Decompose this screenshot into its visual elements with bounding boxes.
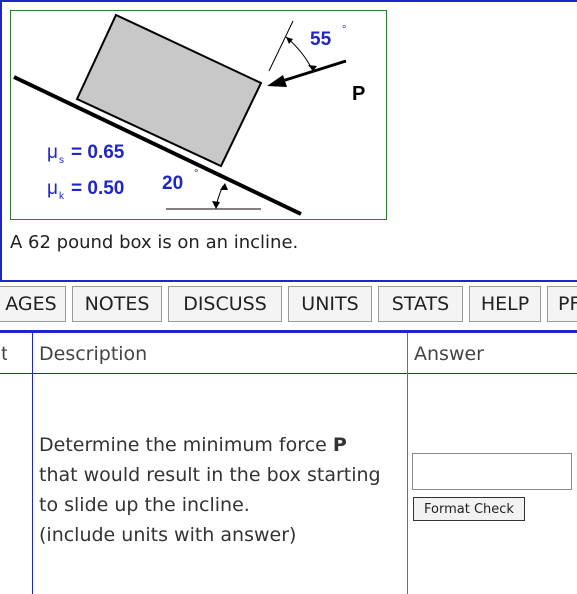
mu-k-value: = 0.50 (71, 178, 124, 199)
question-line-1-text: Determine the minimum force (39, 434, 333, 456)
question-line-2: that would result in the box starting (39, 464, 381, 486)
mu-s-symbol: μ (47, 142, 58, 163)
angle-20-degree: ° (194, 168, 198, 180)
answer-input[interactable] (412, 453, 572, 490)
tab-help[interactable]: HELP (469, 286, 541, 322)
incline-diagram: 55 ° P 20 ° μ s = 0.65 μ k = 0.50 (13, 13, 365, 216)
mu-k-subscript: k (59, 191, 65, 202)
tabs-bar: AGES NOTES DISCUSS UNITS STATS HELP PF (0, 286, 577, 326)
tab-pages[interactable]: AGES (0, 286, 66, 322)
tab-notes[interactable]: NOTES (72, 286, 162, 322)
table-top-rule (0, 330, 577, 333)
question-force-symbol: P (332, 434, 347, 456)
angle-arc-20-head (212, 201, 220, 209)
header-description: Description (39, 343, 148, 365)
header-part: t (1, 343, 7, 365)
table-header-underline (0, 373, 577, 374)
force-p-arrowhead (267, 75, 287, 87)
problem-frame: 55 ° P 20 ° μ s = 0.65 μ k = 0.50 A 62 p… (0, 0, 577, 282)
mu-s-subscript: s (59, 155, 64, 166)
mu-s-value: = 0.65 (71, 142, 125, 163)
force-reference-line (268, 20, 294, 72)
angle-20-label: 20 (162, 173, 183, 194)
question-line-4: (include units with answer) (39, 524, 297, 546)
question-line-3: to slide up the incline. (39, 494, 250, 516)
tab-units[interactable]: UNITS (288, 286, 372, 322)
angle-55-label: 55 (310, 29, 332, 50)
force-p-label: P (352, 83, 365, 105)
tab-discuss[interactable]: DISCUSS (168, 286, 282, 322)
tab-stats[interactable]: STATS (378, 286, 463, 322)
format-check-button[interactable]: Format Check (413, 497, 525, 521)
incline-figure: 55 ° P 20 ° μ s = 0.65 μ k = 0.50 (10, 10, 387, 220)
question-text: Determine the minimum force P that would… (39, 430, 405, 550)
column-divider-answer (407, 333, 408, 594)
force-p-arrow-shaft (278, 59, 347, 84)
angle-arc-20-tail (220, 183, 228, 190)
problem-statement: A 62 pound box is on an incline. (10, 232, 299, 253)
question-line-1: Determine the minimum force P (39, 430, 405, 460)
column-divider-part (32, 333, 33, 594)
angle-55-degree: ° (342, 24, 346, 36)
mu-k-symbol: μ (47, 178, 58, 199)
tab-print[interactable]: PF (547, 286, 577, 322)
header-answer: Answer (414, 343, 484, 365)
